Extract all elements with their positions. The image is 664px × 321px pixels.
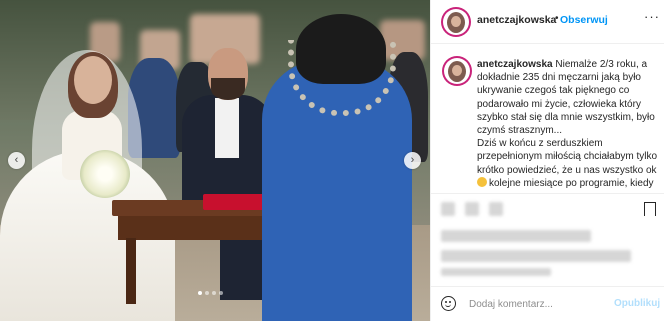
like-icon[interactable]: [441, 202, 455, 216]
carousel-dot: [205, 291, 209, 295]
caption-text: Niemalże 2/3 roku, a dokładnie 235 dni m…: [477, 59, 655, 137]
carousel-dot: [198, 291, 202, 295]
groom-beard: [211, 78, 245, 100]
bouquet: [80, 150, 130, 198]
post-header: anetczajkowska • Obserwuj ···: [431, 0, 664, 44]
post-sidebar: anetczajkowska • Obserwuj ··· anetczajko…: [430, 0, 664, 321]
smile-emoji-icon: [477, 176, 487, 187]
avatar[interactable]: [443, 9, 469, 35]
comment-input[interactable]: [469, 296, 599, 312]
carousel-dot: [212, 291, 216, 295]
groom-shirt: [215, 98, 239, 158]
post-actions: [431, 193, 664, 294]
publish-button[interactable]: Opublikuj: [614, 298, 660, 309]
chevron-left-icon[interactable]: ‹: [8, 152, 25, 169]
more-options-icon[interactable]: ···: [644, 9, 660, 24]
post-photo[interactable]: ‹ ›: [0, 0, 430, 321]
caption-avatar[interactable]: [444, 58, 470, 84]
comment-icon[interactable]: [465, 202, 479, 216]
table-apron: [118, 214, 286, 240]
avatar-photo-face: [451, 16, 461, 27]
share-icon[interactable]: [489, 202, 503, 216]
caption-text-2: Dziś w końcu z serduszkiem przepełnionym…: [477, 138, 658, 176]
instagram-post: ‹ › anetczajkowska • Obserwuj ··· anetcz…: [0, 0, 664, 321]
table-leg: [126, 238, 136, 304]
caption-text-3: kolejne miesiące po programie, kiedy: [489, 177, 654, 189]
post-caption: anetczajkowska Niemalże 2/3 roku, a dokł…: [477, 58, 660, 190]
author-username[interactable]: anetczajkowska: [477, 14, 556, 26]
caption-username[interactable]: anetczajkowska: [477, 59, 553, 70]
chevron-right-icon[interactable]: ›: [404, 152, 421, 169]
avatar-photo-face: [452, 65, 462, 76]
follow-button[interactable]: Obserwuj: [560, 14, 608, 26]
emoji-icon[interactable]: [441, 296, 456, 311]
bride-face: [74, 56, 112, 104]
timestamp-redacted: [441, 268, 551, 276]
bookmark-icon[interactable]: [644, 202, 656, 221]
carousel-indicator: [198, 291, 223, 295]
carousel-dot: [219, 291, 223, 295]
header-separator: •: [555, 13, 559, 24]
comment-bar: Opublikuj: [431, 286, 664, 321]
redacted-text: [441, 250, 631, 262]
likes-count-redacted: [441, 230, 591, 242]
